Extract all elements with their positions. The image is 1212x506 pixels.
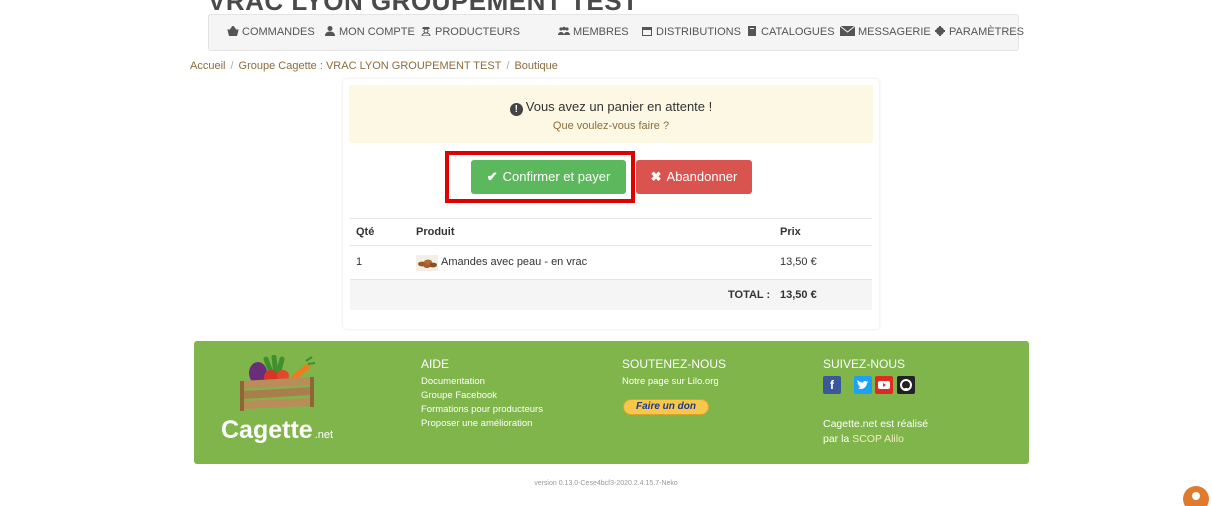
nav-label: MESSAGERIE — [858, 26, 931, 38]
calendar-icon — [641, 26, 653, 36]
nav-label: PRODUCTEURS — [435, 26, 520, 38]
envelope-icon — [840, 26, 855, 36]
basket-icon — [227, 26, 239, 36]
abandon-label: Abandonner — [666, 169, 738, 184]
link-formations[interactable]: Formations pour producteurs — [421, 404, 543, 415]
column-price: Prix — [780, 226, 801, 238]
link-lilo[interactable]: Notre page sur Lilo.org — [622, 376, 719, 387]
github-icon[interactable] — [897, 376, 915, 394]
gear-icon — [934, 26, 946, 36]
aide-title: AIDE — [421, 357, 450, 371]
nav-producteurs[interactable]: PRODUCTEURS — [420, 15, 520, 50]
user-icon — [324, 26, 336, 36]
users-icon — [558, 26, 570, 36]
nav-label: MON COMPTE — [339, 26, 415, 38]
nav-mon-compte[interactable]: MON COMPTE — [324, 15, 415, 50]
column-product: Produit — [416, 226, 455, 238]
nav-messagerie[interactable]: MESSAGERIE — [840, 15, 931, 50]
breadcrumb-separator: / — [506, 60, 510, 72]
cart-table-header: Qté Produit Prix — [350, 218, 872, 246]
twitter-icon[interactable] — [854, 376, 872, 394]
column-qty: Qté — [356, 226, 375, 238]
help-bubble-icon[interactable] — [1183, 486, 1209, 506]
row-qty: 1 — [356, 256, 363, 268]
total-label: TOTAL : — [728, 289, 771, 301]
cart-total-row: TOTAL : 13,50 € — [350, 280, 872, 310]
scop-alilo-link[interactable]: SCOP Alilo — [852, 433, 904, 445]
breadcrumb-home[interactable]: Accueil — [190, 60, 225, 72]
version-text: version 0.13.0-Cese4bcf3-2020.2.4.15.7-N… — [534, 480, 678, 487]
credit-line-2: par la SCOP Alilo — [823, 433, 904, 445]
nav-label: PARAMÈTRES — [949, 26, 1024, 38]
confirm-and-pay-button[interactable]: ✔ Confirmer et payer — [471, 160, 626, 194]
alert-title-text: Vous avez un panier en attente ! — [525, 99, 713, 114]
youtube-icon[interactable] — [875, 376, 893, 394]
abandon-button[interactable]: ✖ Abandonner — [636, 160, 752, 194]
nav-membres[interactable]: MEMBRES — [558, 15, 629, 50]
nav-label: DISTRIBUTIONS — [656, 26, 741, 38]
close-icon: ✖ — [650, 169, 662, 184]
credit-prefix: par la — [823, 433, 850, 445]
nav-catalogues[interactable]: CATALOGUES — [746, 15, 835, 50]
soutenez-title: SOUTENEZ-NOUS — [622, 357, 727, 371]
main-nav: COMMANDES MON COMPTE PRODUCTEURS MEMBRES… — [208, 14, 1024, 51]
farmer-icon — [420, 26, 432, 36]
table-row: 1 Amandes avec peau - en vrac 13,50 € — [350, 246, 872, 280]
link-proposer-amelioration[interactable]: Proposer une amélioration — [421, 418, 532, 429]
confirm-label: Confirmer et payer — [502, 169, 611, 184]
breadcrumb-current: Boutique — [514, 60, 558, 72]
breadcrumb: Accueil / Groupe Cagette : VRAC LYON GROUP… — [190, 60, 558, 72]
logo-name: Cagette — [221, 416, 313, 444]
alert-title: ! Vous avez un panier en attente ! — [349, 99, 873, 116]
credit-line-1: Cagette.net est réalisé — [823, 418, 929, 430]
link-groupe-facebook[interactable]: Groupe Facebook — [421, 390, 497, 401]
total-value: 13,50 € — [780, 289, 817, 301]
site-footer: Cagette .net AIDE Documentation Groupe Fa… — [194, 341, 1029, 464]
row-product: Amandes avec peau - en vrac — [441, 256, 588, 268]
breadcrumb-separator: / — [230, 60, 234, 72]
pending-cart-alert: ! Vous avez un panier en attente ! Que vo… — [349, 85, 873, 143]
nav-label: CATALOGUES — [761, 26, 835, 38]
facebook-icon[interactable]: f — [823, 376, 841, 394]
alert-subtitle: Que voulez-vous faire ? — [552, 120, 670, 132]
almonds-image — [416, 255, 438, 271]
book-icon — [746, 26, 758, 36]
nav-label: COMMANDES — [242, 26, 315, 38]
exclamation-icon: ! — [509, 103, 523, 116]
suivez-title: SUIVEZ-NOUS — [823, 357, 906, 371]
check-icon: ✔ — [486, 169, 498, 184]
link-documentation[interactable]: Documentation — [421, 376, 485, 387]
nav-commandes[interactable]: COMMANDES — [227, 15, 315, 50]
donate-button[interactable]: Faire un don — [623, 399, 709, 415]
vegetable-crate-logo — [240, 355, 316, 411]
breadcrumb-group[interactable]: Groupe Cagette : VRAC LYON GROUPEMENT TE… — [239, 60, 502, 72]
row-price: 13,50 € — [780, 256, 817, 268]
nav-label: MEMBRES — [573, 26, 629, 38]
nav-parametres[interactable]: PARAMÈTRES — [934, 15, 1024, 50]
footer-logo-text: Cagette .net — [221, 416, 333, 445]
logo-suffix: .net — [314, 429, 334, 441]
nav-distributions[interactable]: DISTRIBUTIONS — [641, 15, 741, 50]
